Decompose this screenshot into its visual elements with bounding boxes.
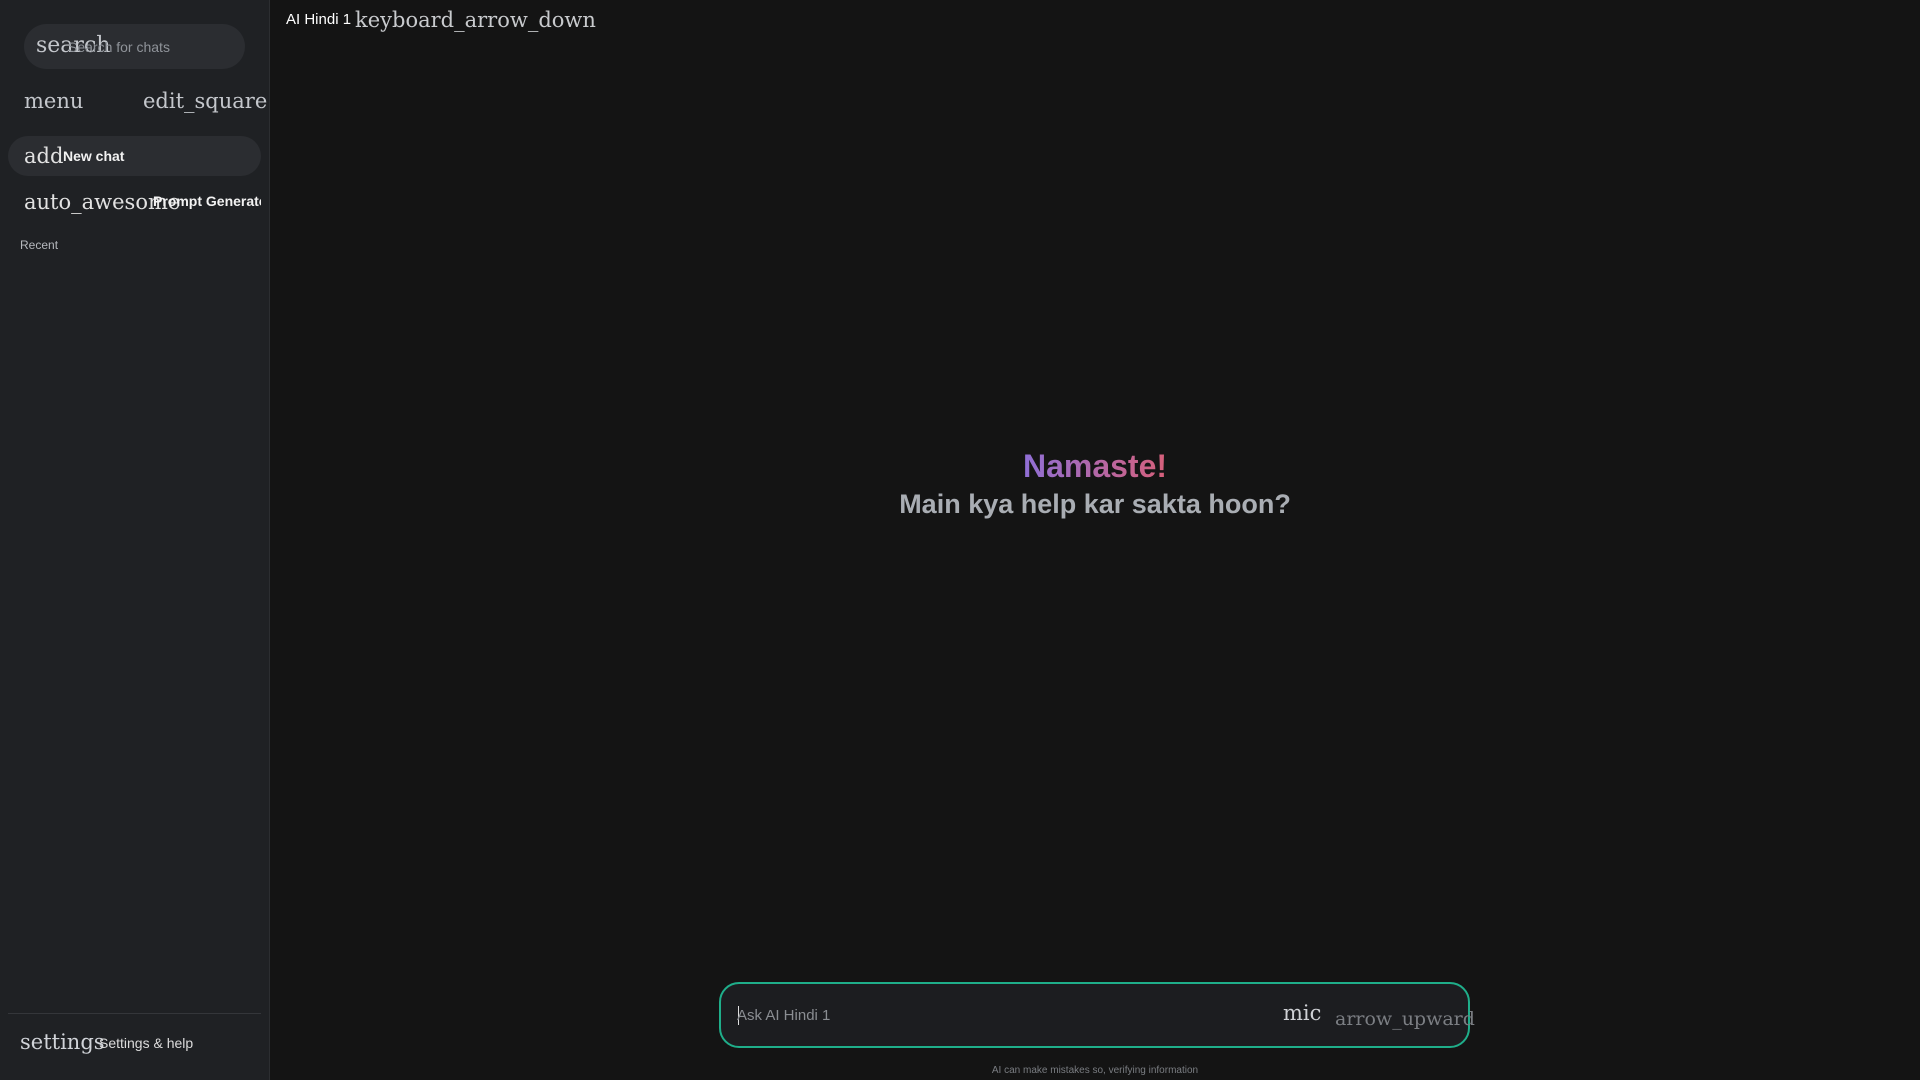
disclaimer-text: AI can make mistakes so, verifying infor… [991, 1065, 1199, 1076]
prompt-generator-label: Prompt Generator [153, 193, 261, 209]
greeting-title: Namaste! [1022, 448, 1168, 484]
prompt-generator-button[interactable]: auto_awesome Prompt Generator [8, 182, 261, 222]
settings-help-label: Settings & help [99, 1035, 194, 1051]
message-composer[interactable]: mic arrow_upward [719, 982, 1475, 1048]
new-chat-button[interactable]: add New chat [8, 136, 261, 176]
sidebar: search menu edit_square add New chat aut… [0, 0, 270, 1080]
add-icon: add [24, 144, 64, 168]
new-chat-label: New chat [63, 148, 125, 164]
message-input[interactable] [737, 984, 1337, 1046]
edit-square-icon[interactable]: edit_square [143, 89, 267, 113]
search-box[interactable]: search [24, 24, 245, 69]
chevron-down-icon: keyboard_arrow_down [355, 8, 596, 32]
search-input[interactable] [68, 24, 238, 69]
greeting-subtitle: Main kya help kar sakta hoon? [899, 489, 1291, 519]
menu-icon[interactable]: menu [24, 89, 83, 113]
app-root: search menu edit_square add New chat aut… [0, 0, 1920, 1080]
greeting: Namaste! Main kya help kar sakta hoon? [270, 446, 1920, 522]
settings-help-button[interactable]: settings Settings & help [8, 1024, 261, 1064]
sidebar-divider [8, 1013, 261, 1014]
model-name: AI Hindi 1 [286, 11, 352, 28]
send-arrow-icon[interactable]: arrow_upward [1335, 1008, 1475, 1030]
mic-icon[interactable]: mic [1283, 1001, 1321, 1025]
recent-heading: Recent [20, 238, 59, 252]
settings-icon: settings [20, 1030, 105, 1054]
